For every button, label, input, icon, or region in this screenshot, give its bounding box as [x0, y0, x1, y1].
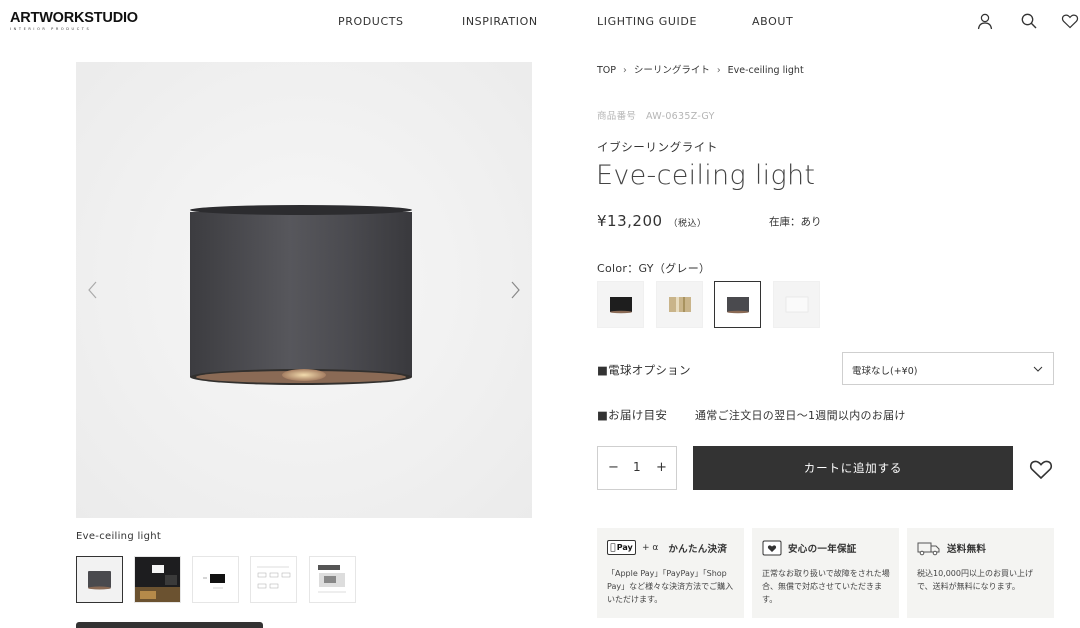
- thumbnail-install-guide-icon: [310, 557, 355, 602]
- ceiling-light-photo: [190, 205, 412, 385]
- feature-title: かんたん決済: [668, 543, 728, 555]
- nav-lighting-guide[interactable]: LIGHTING GUIDE: [597, 15, 697, 28]
- brand-logo[interactable]: ARTWORKSTUDIO INTERIOR PRODUCTS: [10, 10, 138, 32]
- swatch-brass-lamp-icon: [669, 297, 691, 312]
- nav-inspiration[interactable]: INSPIRATION: [462, 15, 538, 28]
- swatch-white[interactable]: [773, 281, 820, 328]
- image-caption: Eve-ceiling light: [76, 531, 162, 542]
- swatch-brass[interactable]: [656, 281, 703, 328]
- product-main-image[interactable]: [76, 62, 532, 518]
- thumbnail-room-photo-icon: [135, 557, 180, 602]
- logo-text: ARTWORKSTUDIO: [10, 10, 138, 26]
- feature-easy-payment: Pay + α かんたん決済 「Apple Pay」「PayPay」「Shop…: [597, 528, 744, 618]
- product-title: Eve-ceiling light: [596, 160, 816, 191]
- swatch-gray-lamp-icon: [727, 297, 749, 314]
- product-sku: 商品番号 AW-0635Z-GY: [597, 111, 715, 122]
- bottom-button-edge[interactable]: [76, 622, 263, 628]
- user-icon[interactable]: [976, 12, 994, 30]
- warranty-heart-icon: [762, 540, 782, 556]
- product-jp-name: イブシーリングライト: [597, 140, 718, 154]
- breadcrumb-separator-icon: ›: [623, 65, 627, 76]
- swatch-black[interactable]: [597, 281, 644, 328]
- qty-plus-button[interactable]: +: [656, 460, 667, 475]
- color-label: Color：GY（グレー）: [597, 262, 711, 275]
- add-to-cart-button[interactable]: カートに追加する: [693, 446, 1013, 490]
- feature-header: 送料無料: [917, 540, 986, 556]
- plus-alpha: + α: [642, 542, 659, 553]
- thumbnail-diagram-icon: [193, 557, 238, 602]
- nav-products[interactable]: PRODUCTS: [338, 15, 404, 28]
- delivery-label: ■お届け目安: [597, 408, 668, 422]
- chevron-down-icon: [1033, 366, 1043, 372]
- swatch-gray[interactable]: [714, 281, 761, 328]
- pay-badge-text: Pay: [613, 543, 633, 552]
- stock-status: 在庫：あり: [769, 216, 822, 228]
- feature-header: 安心の一年保証: [762, 540, 857, 556]
- breadcrumb-current: Eve-ceiling light: [727, 65, 804, 76]
- qty-minus-button[interactable]: −: [608, 460, 619, 475]
- bulb-option-value: 電球なし(+¥0): [852, 366, 918, 377]
- feature-title: 送料無料: [947, 544, 987, 555]
- breadcrumb-separator-icon: ›: [716, 65, 721, 76]
- feature-title: 安心の一年保証: [788, 544, 857, 555]
- thumbnail-product[interactable]: [76, 556, 123, 603]
- truck-icon: [917, 542, 940, 556]
- delivery-estimate: 通常ご注文日の翌日〜1週間以内のお届け: [695, 409, 906, 422]
- breadcrumb-category[interactable]: シーリングライト: [634, 65, 710, 76]
- next-image-icon[interactable]: [508, 280, 522, 300]
- feature-header: Pay + α かんたん決済: [607, 540, 727, 555]
- prev-image-icon[interactable]: [86, 280, 100, 300]
- search-icon[interactable]: [1020, 12, 1038, 30]
- feature-body: 「Apple Pay」「PayPay」「Shop Pay」など様々な決済方法でご…: [607, 569, 734, 604]
- thumbnail-install[interactable]: [309, 556, 356, 603]
- feature-free-shipping: 送料無料 税込10,000円以上のお買い上げで、送料が無料になります。: [907, 528, 1054, 618]
- thumbnail-spec-sheet-icon: [251, 557, 296, 602]
- qty-value[interactable]: 1: [633, 460, 641, 474]
- thumbnail-diagram[interactable]: [192, 556, 239, 603]
- wishlist-heart-icon[interactable]: [1029, 458, 1053, 480]
- product-price: ¥13,200 （税込）: [597, 212, 707, 230]
- feature-warranty: 安心の一年保証 正常なお取り扱いで故障をされた場合、無償で対応させていただきます…: [752, 528, 899, 618]
- swatch-white-lamp-icon: [785, 296, 809, 313]
- heart-icon[interactable]: [1061, 12, 1079, 30]
- breadcrumb-top[interactable]: TOP: [597, 65, 616, 76]
- nav-about[interactable]: ABOUT: [752, 15, 793, 28]
- site-header: ARTWORKSTUDIO INTERIOR PRODUCTS PRODUCTS…: [0, 0, 1080, 44]
- quantity-stepper: − 1 +: [597, 446, 677, 490]
- bulb-option-select[interactable]: 電球なし(+¥0): [842, 352, 1054, 385]
- thumbnail-lamp-gray-icon: [77, 557, 122, 602]
- price-value: ¥13,200: [597, 212, 663, 230]
- breadcrumb: TOP › シーリングライト › Eve-ceiling light: [597, 62, 804, 76]
- feature-body: 正常なお取り扱いで故障をされた場合、無償で対応させていただきます。: [762, 569, 890, 604]
- thumbnail-spec[interactable]: [250, 556, 297, 603]
- apple-pay-icon: Pay: [607, 540, 636, 555]
- feature-body: 税込10,000円以上のお買い上げで、送料が無料になります。: [917, 569, 1033, 591]
- swatch-black-lamp-icon: [610, 297, 632, 314]
- logo-subtext: INTERIOR PRODUCTS: [10, 27, 92, 31]
- thumbnail-room[interactable]: [134, 556, 181, 603]
- bulb-option-label: ■電球オプション: [597, 363, 691, 377]
- tax-note: （税込）: [668, 219, 707, 229]
